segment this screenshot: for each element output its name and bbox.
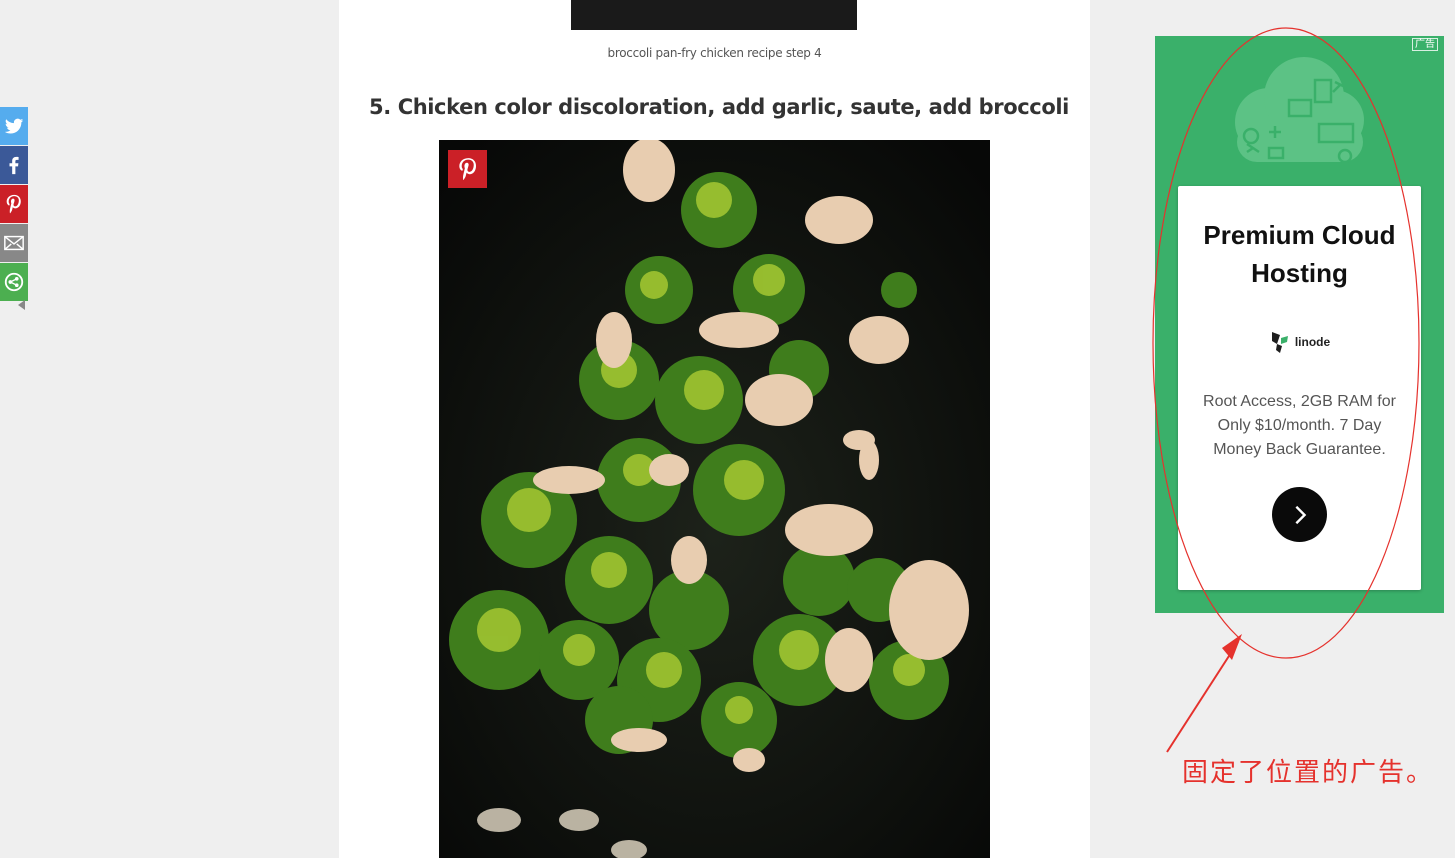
annotation-arrow-line (1166, 641, 1239, 753)
cloud-services-icon (1235, 57, 1364, 164)
sharebar-collapse-icon[interactable] (18, 300, 25, 310)
annotation-arrow-head (1222, 634, 1242, 660)
pinterest-icon (6, 194, 21, 214)
ad-description[interactable]: Root Access, 2GB RAM for Only $10/month.… (1200, 390, 1400, 462)
ad-brand-name: linode (1294, 335, 1331, 349)
ad-brand[interactable]: linode (1178, 330, 1421, 354)
broccoli-chicken-image (439, 140, 990, 858)
email-icon (4, 235, 24, 251)
annotation-text: 固定了位置的广告。 (1182, 758, 1435, 788)
twitter-icon (4, 118, 24, 134)
facebook-icon (9, 156, 19, 175)
linode-logo-icon (1271, 332, 1288, 353)
ad-badge[interactable]: 广告 (1412, 38, 1438, 51)
ad-title[interactable]: Premium Cloud Hosting (1178, 216, 1421, 292)
chevron-right-icon (1294, 505, 1306, 524)
image-caption: broccoli pan-fry chicken recipe step 4 (607, 46, 822, 60)
ad-cta-button[interactable] (1272, 487, 1327, 542)
pinterest-share-button[interactable] (0, 185, 28, 223)
more-share-icon (4, 272, 24, 292)
pin-it-button[interactable] (448, 150, 487, 188)
step-4-image (571, 0, 857, 30)
pinterest-icon (458, 158, 476, 180)
step-heading: 5. Chicken color discoloration, add garl… (369, 95, 1069, 119)
email-share-button[interactable] (0, 224, 28, 262)
fixed-ad[interactable]: 广告 Premium Cloud Hosting linode Root Acc… (1155, 36, 1444, 613)
twitter-share-button[interactable] (0, 107, 28, 145)
step-5-photo (439, 140, 990, 858)
more-share-button[interactable] (0, 263, 28, 301)
share-bar (0, 107, 28, 302)
ad-card[interactable]: Premium Cloud Hosting linode Root Access… (1178, 186, 1421, 590)
facebook-share-button[interactable] (0, 146, 28, 184)
article-content: broccoli pan-fry chicken recipe step 4 5… (339, 0, 1090, 858)
